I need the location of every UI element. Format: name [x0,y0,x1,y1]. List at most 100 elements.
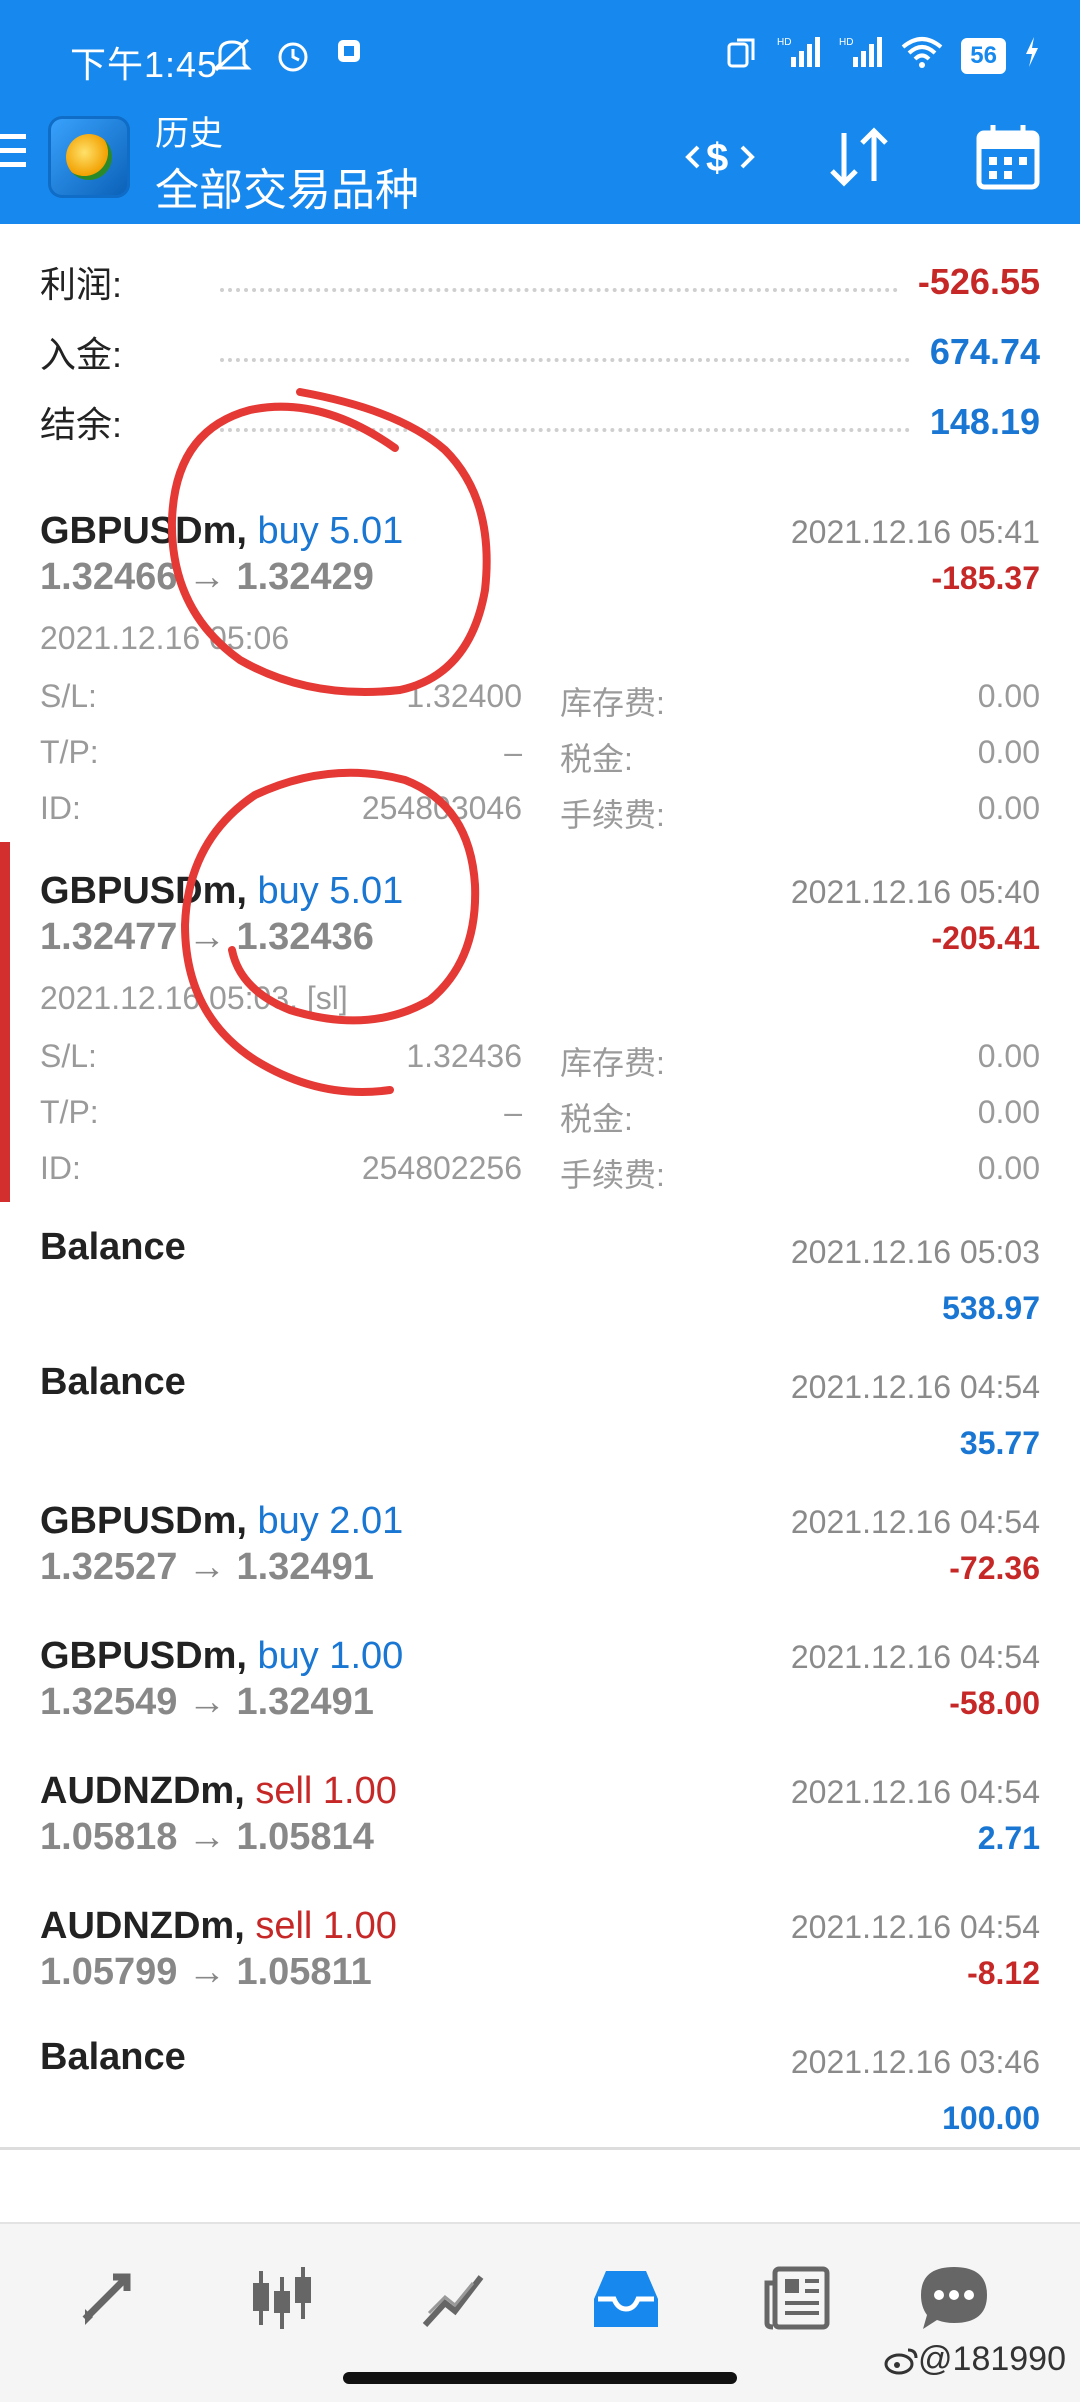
status-left-icons [212,36,364,83]
swap-value: 0.00 [977,1038,1040,1074]
svg-text:$: $ [706,136,728,180]
sl-label: S/L: [40,678,97,714]
deal-side: buy 5.01 [257,870,404,912]
app-bar: 历史 全部交易品种 $ [0,100,1080,224]
deal-row[interactable]: GBPUSDm, buy 1.00 1.32549 → 1.32491 2021… [0,1607,1080,1745]
dotted-leader [220,284,898,292]
tp-value: – [504,1094,522,1130]
deal-profit: 2.71 [977,1820,1040,1856]
deposit-label: 入金: [40,334,123,375]
app-logo [48,116,130,198]
deal-row-expanded-selected[interactable]: GBPUSDm, buy 5.01 1.32477 → 1.32436 2021… [0,842,1080,1205]
nav-chat[interactable] [914,2258,994,2338]
deal-side: buy 1.00 [257,1635,404,1677]
tax-label: 税金: [560,1101,633,1137]
symbol-filter[interactable]: 全部交易品种 [155,154,419,218]
deal-side: buy 2.01 [257,1500,404,1542]
home-indicator[interactable] [343,2372,737,2384]
status-time: 下午1:45 [70,44,219,85]
sort-icon [830,127,888,187]
deal-row[interactable]: AUDNZDm, sell 1.00 1.05799 → 1.05811 202… [0,1877,1080,2015]
mute-icon [212,36,252,83]
deal-profit: -185.37 [931,560,1040,596]
fee-value: 0.00 [977,790,1040,826]
chat-icon [921,2267,987,2329]
swap-value: 0.00 [977,678,1040,714]
tax-value: 0.00 [977,734,1040,770]
charging-icon [1024,37,1040,75]
watermark: @181990 [884,2340,1066,2379]
deal-prices: 1.32466 → 1.32429 [40,556,374,598]
history-icon [594,2271,658,2327]
deal-side: buy 5.01 [257,510,404,552]
nav-news[interactable] [758,2258,838,2338]
weibo-logo-icon [884,2348,918,2375]
sl-value: 1.32436 [406,1038,522,1074]
deal-prices: 1.32477 → 1.32436 [40,916,374,958]
profit-value: -526.55 [917,261,1040,302]
deal-close-time: 2021.12.16 05:41 [790,514,1040,550]
deal-symbol: AUDNZDm, sell 1.00 [40,1770,397,1812]
sort-button[interactable] [820,122,900,192]
wifi-icon [901,35,943,77]
menu-icon[interactable] [0,134,30,176]
id-value: 254803046 [361,790,522,826]
profit-label: 利润: [40,264,123,305]
profit-row: 利润: -526.55 [40,252,1040,312]
fee-label: 手续费: [560,1157,665,1193]
selection-marker [0,842,10,1202]
fee-value: 0.00 [977,1150,1040,1186]
svg-text:HD: HD [839,37,853,48]
deal-symbol: GBPUSDm, buy 5.01 [40,870,404,912]
deposit-value: 674.74 [929,331,1040,372]
deal-symbol: GBPUSDm, buy 1.00 [40,1635,404,1677]
nav-history[interactable] [586,2258,666,2338]
sl-label: S/L: [40,1038,97,1074]
deal-profit: -72.36 [949,1550,1040,1586]
svg-text:HD: HD [777,37,791,48]
deal-amount: 100.00 [942,2100,1040,2136]
deal-time: 2021.12.16 05:03 [790,1234,1040,1270]
alarm-icon [274,36,312,83]
tp-label: T/P: [40,734,99,770]
tax-label: 税金: [560,741,633,777]
deal-symbol: GBPUSDm, buy 5.01 [40,510,404,552]
deposit-filter-button[interactable]: $ [680,122,760,192]
sl-value: 1.32400 [406,678,522,714]
calendar-button[interactable] [968,122,1048,192]
balance-value: 148.19 [929,401,1040,442]
deal-symbol: GBPUSDm, buy 2.01 [40,1500,404,1542]
swap-label: 库存费: [560,1045,665,1081]
balance-row: 结余: 148.19 [40,392,1040,452]
balance-row-entry[interactable]: Balance 2021.12.16 03:46 100.00 [0,2012,1080,2150]
deal-symbol: AUDNZDm, sell 1.00 [40,1905,397,1947]
deal-time: 2021.12.16 03:46 [790,2044,1040,2080]
id-label: ID: [40,1150,81,1186]
balance-row-entry[interactable]: Balance 2021.12.16 04:54 35.77 [0,1337,1080,1475]
nav-quotes[interactable] [242,2258,322,2338]
deal-profit: -8.12 [967,1955,1040,1991]
balance-row-entry[interactable]: Balance 2021.12.16 05:03 538.97 [0,1202,1080,1340]
fee-label: 手续费: [560,797,665,833]
tp-value: – [504,734,522,770]
deal-prices: 1.32549 → 1.32491 [40,1681,374,1723]
nav-chart[interactable] [414,2258,494,2338]
deal-profit: -205.41 [931,920,1040,956]
deal-time: 2021.12.16 04:54 [790,1369,1040,1405]
deal-row-expanded[interactable]: GBPUSDm, buy 5.01 1.32466 → 1.32429 2021… [0,482,1080,845]
dotted-leader [220,354,910,362]
deal-symbol: Balance [40,1361,186,1403]
dotted-leader [220,424,910,432]
deal-profit: -58.00 [949,1685,1040,1721]
deal-row[interactable]: AUDNZDm, sell 1.00 1.05818 → 1.05814 202… [0,1742,1080,1880]
status-right-icons: HD HD 56 [723,34,1040,78]
calendar-icon [976,125,1040,190]
nav-trade[interactable] [70,2258,150,2338]
deal-row[interactable]: GBPUSDm, buy 2.01 1.32527 → 1.32491 2021… [0,1472,1080,1610]
notification-icon [334,36,364,83]
deposit-row: 入金: 674.74 [40,322,1040,382]
deal-prices: 1.32527 → 1.32491 [40,1546,374,1588]
history-summary: 利润: -526.55 入金: 674.74 结余: 148.19 [0,224,1080,485]
deal-prices: 1.05818 → 1.05814 [40,1816,374,1858]
dollar-exchange-icon: $ [685,136,755,180]
